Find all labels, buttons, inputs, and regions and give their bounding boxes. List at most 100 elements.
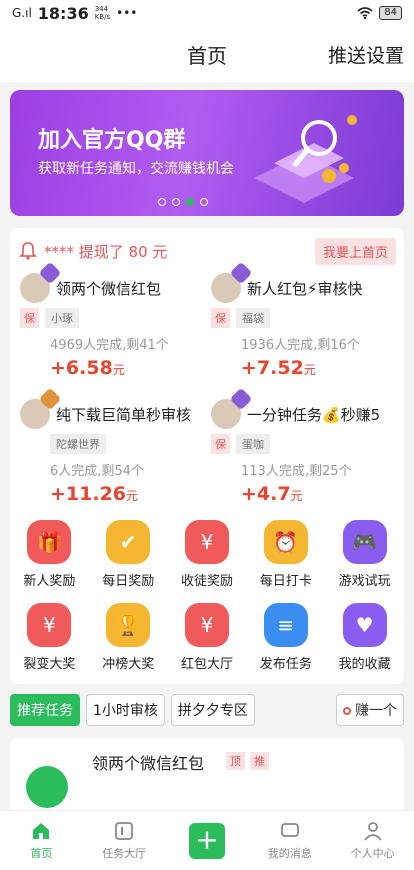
- tab-one-hour-review[interactable]: 1小时审核: [86, 694, 165, 726]
- status-bar: G.ıl 18:36 344 KB/s ••• 84: [0, 0, 414, 26]
- task-tabs: 推荐任务 1小时审核 拼夕夕专区 赚一个: [0, 684, 414, 726]
- feature-gift-button[interactable]: 🎁 新人奖励: [10, 520, 89, 589]
- task-grid: 领两个微信红包保小琢 4969人完成,剩41个 +6.58元 新人红包⚡审核快保福袋 1…: [10, 261, 404, 514]
- guarantee-tag: 保: [211, 308, 230, 328]
- task-card[interactable]: 一分钟任务💰秒赚5 保蛋咖 113人完成,剩25个 +4.7元: [207, 387, 398, 514]
- carousel-dot[interactable]: [200, 198, 208, 206]
- task-name: 新人红包⚡审核快: [247, 279, 363, 298]
- carousel-dot[interactable]: [158, 198, 166, 206]
- tab-pdd-zone[interactable]: 拼夕夕专区: [170, 694, 255, 726]
- task-name: 领两个微信红包: [56, 279, 162, 298]
- list-item-name: 领两个微信红包: [92, 754, 205, 773]
- heart-icon: ♥: [342, 603, 387, 647]
- feature-heart-button[interactable]: ♥ 我的收藏: [325, 603, 404, 672]
- task-card[interactable]: 新人红包⚡审核快保福袋 1936人完成,剩16个 +7.52元: [207, 261, 398, 388]
- nav-profile[interactable]: 个人中心: [331, 811, 414, 870]
- user-icon: [363, 822, 382, 841]
- task-progress: 113人完成,剩25个: [241, 464, 352, 479]
- nav-messages[interactable]: 我的消息: [248, 811, 331, 870]
- feature-label: 每日奖励: [102, 574, 155, 589]
- task-name: 纯下载巨简单秒审核: [56, 405, 192, 424]
- home-icon: [33, 823, 50, 839]
- main-card: **** 提现了 80 元 我要上首页 领两个微信红包保小琢 4969人完成,剩4…: [10, 228, 404, 684]
- top-header: 首页 推送设置: [0, 26, 414, 82]
- message-icon: [280, 823, 299, 837]
- check-box-icon: ✔: [106, 520, 151, 564]
- avatar: [211, 387, 253, 429]
- list-item[interactable]: 领两个微信红包 顶 推: [10, 738, 404, 818]
- publisher-tag: 蛋咖: [236, 434, 270, 454]
- more-icon: •••: [116, 6, 138, 20]
- feature-label: 裂变大奖: [23, 657, 76, 672]
- top-tag: 顶: [226, 752, 245, 770]
- feature-label: 我的收藏: [338, 657, 391, 672]
- red-packet-icon: ¥: [184, 603, 229, 647]
- feature-label: 每日打卡: [259, 574, 312, 589]
- red-packet-icon: ¥: [27, 603, 72, 647]
- nav-publish[interactable]: +: [166, 811, 249, 870]
- feature-red-packet-button[interactable]: ¥ 红包大厅: [168, 603, 247, 672]
- feature-red-packet-button[interactable]: ¥ 裂变大奖: [10, 603, 89, 672]
- go-homepage-button[interactable]: 我要上首页: [314, 237, 396, 265]
- battery-icon: 84: [379, 6, 402, 20]
- guarantee-tag: 保: [211, 434, 230, 454]
- plus-icon: +: [188, 822, 225, 859]
- signal-icon: G.ıl: [12, 6, 32, 20]
- feature-label: 收徒奖励: [180, 574, 233, 589]
- feature-icon-grid: 🎁 新人奖励 ✔ 每日奖励 ¥ 收徒奖励 ⏰ 每日打卡 🎮 游戏试玩 ¥ 裂变大奖 🏆 冲榜大奖 ¥ 红包大厅…: [10, 514, 404, 680]
- promo-banner[interactable]: 加入官方QQ群 获取新任务通知，交流赚钱机会: [10, 90, 404, 216]
- banner-title: 加入官方QQ群: [38, 128, 186, 153]
- recommend-tag: 推: [250, 752, 269, 770]
- gamepad-icon: 🎮: [342, 520, 387, 564]
- alarm-clock-icon: ⏰: [263, 520, 308, 564]
- task-card[interactable]: 纯下载巨简单秒审核陀螺世界 6人完成,剩54个 +11.26元: [16, 387, 207, 514]
- task-reward: +11.26元: [50, 483, 139, 505]
- bottom-nav: 首页 任务大厅 + 我的消息 个人中心: [0, 810, 414, 870]
- nav-home[interactable]: 首页: [0, 811, 83, 870]
- tab-recommend[interactable]: 推荐任务: [10, 694, 80, 726]
- publisher-tag: 福袋: [236, 308, 270, 328]
- task-reward: +4.7元: [241, 483, 303, 505]
- feature-gamepad-button[interactable]: 🎮 游戏试玩: [325, 520, 404, 589]
- wechat-icon: [26, 766, 68, 808]
- guarantee-tag: 保: [20, 308, 39, 328]
- avatar: [20, 387, 62, 429]
- nav-task-hall[interactable]: 任务大厅: [83, 811, 166, 870]
- feature-alarm-clock-button[interactable]: ⏰ 每日打卡: [246, 520, 325, 589]
- withdraw-text: **** 提现了 80 元: [44, 242, 168, 261]
- feature-label: 发布任务: [259, 657, 312, 672]
- gift-icon: 🎁: [27, 520, 72, 564]
- task-card[interactable]: 领两个微信红包保小琢 4969人完成,剩41个 +6.58元: [16, 261, 207, 388]
- carousel-dot[interactable]: [172, 198, 180, 206]
- avatar: [20, 261, 62, 303]
- feature-publish-button[interactable]: ≡ 发布任务: [246, 603, 325, 672]
- task-progress: 4969人完成,剩41个: [50, 338, 169, 353]
- bell-icon: [19, 242, 37, 260]
- money-bag-icon: ¥: [184, 520, 229, 564]
- feature-check-box-button[interactable]: ✔ 每日奖励: [89, 520, 168, 589]
- task-progress: 1936人完成,剩16个: [241, 338, 360, 353]
- earn-one-button[interactable]: 赚一个: [336, 694, 404, 726]
- task-reward: +7.52元: [241, 357, 316, 379]
- feature-label: 游戏试玩: [338, 574, 391, 589]
- feature-money-bag-button[interactable]: ¥ 收徒奖励: [168, 520, 247, 589]
- feature-trophy-button[interactable]: 🏆 冲榜大奖: [89, 603, 168, 672]
- clock: 18:36: [37, 3, 89, 23]
- carousel-dots[interactable]: [158, 198, 208, 206]
- feature-label: 红包大厅: [180, 657, 233, 672]
- task-progress: 6人完成,剩54个: [50, 464, 144, 479]
- page-title: 首页: [187, 43, 227, 68]
- push-settings-button[interactable]: 推送设置: [328, 41, 404, 68]
- publisher-tag: 陀螺世界: [50, 434, 106, 454]
- carousel-dot-active[interactable]: [186, 198, 194, 206]
- task-reward: +6.58元: [50, 357, 125, 379]
- feature-label: 冲榜大奖: [102, 657, 155, 672]
- task-name: 一分钟任务💰秒赚5: [247, 405, 381, 424]
- wifi-icon: [357, 7, 373, 19]
- banner-subtitle: 获取新任务通知，交流赚钱机会: [38, 161, 234, 177]
- withdraw-ticker: **** 提现了 80 元 我要上首页: [10, 236, 404, 266]
- avatar: [211, 261, 253, 303]
- publisher-tag: 小琢: [45, 308, 79, 328]
- banner-illustration-icon: [254, 115, 357, 203]
- network-speed: 344 KB/s: [94, 5, 111, 21]
